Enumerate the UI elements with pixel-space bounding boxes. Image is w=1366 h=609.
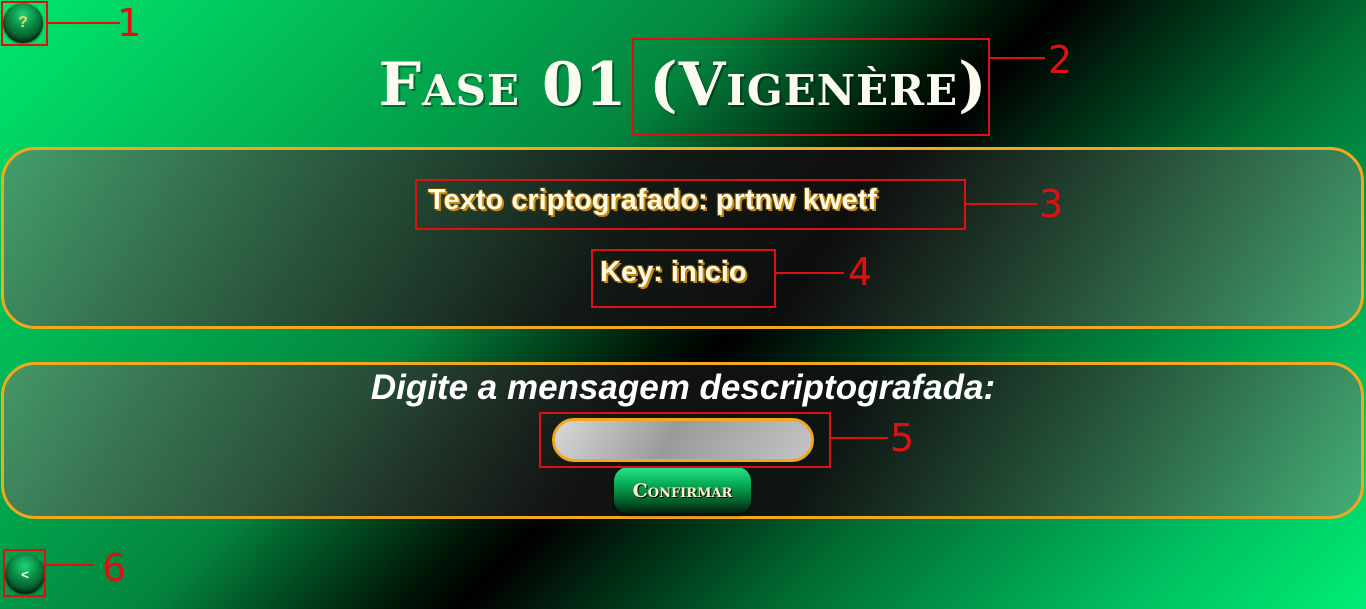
ciphertext-label: Texto criptografado: prtnw kwetf (428, 184, 877, 216)
help-button[interactable]: ? (3, 3, 43, 43)
callout-number-6: 6 (102, 546, 127, 590)
callout-number-4: 4 (848, 250, 873, 294)
answer-prompt: Digite a mensagem descriptografada: (370, 368, 996, 407)
cipher-info-panel (1, 147, 1364, 329)
back-icon: < (21, 566, 29, 582)
decrypted-message-input[interactable] (552, 418, 814, 462)
key-label: Key: inicio (600, 256, 747, 288)
page-title: Fase 01 (Vigenère) (378, 50, 988, 120)
callout-number-5: 5 (890, 416, 915, 460)
confirm-button[interactable]: Confirmar (614, 467, 751, 514)
annotation-line-1 (48, 22, 120, 24)
callout-number-1: 1 (117, 1, 142, 45)
help-icon: ? (18, 14, 28, 31)
annotation-line-6 (46, 564, 94, 566)
callout-number-3: 3 (1039, 182, 1064, 226)
back-button[interactable]: < (5, 554, 45, 594)
callout-number-2: 2 (1048, 38, 1073, 82)
